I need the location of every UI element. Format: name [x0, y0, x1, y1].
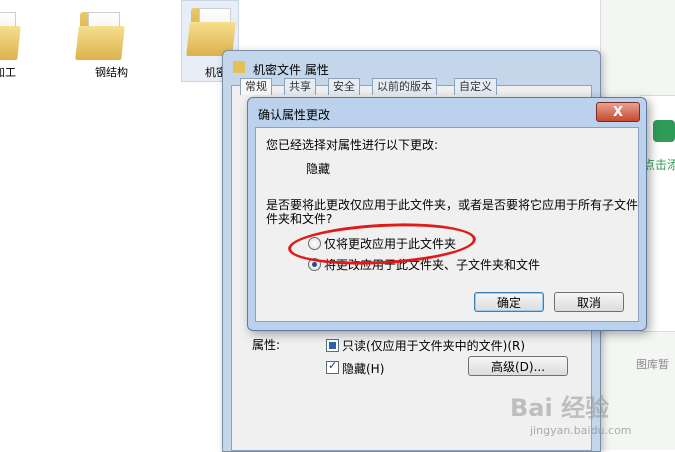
- tab-customize[interactable]: 自定义: [454, 78, 497, 95]
- confirm-client: 您已经选择对属性进行以下更改: 隐藏 是否要将此更改仅应用于此文件夹，或者是否要…: [255, 127, 639, 322]
- watermark-url: jingyan.baidu.com: [530, 424, 632, 437]
- baidu-watermark: Bai 经验: [510, 394, 610, 422]
- tab-sharing[interactable]: 共享: [284, 78, 316, 95]
- tab-general[interactable]: 常规: [240, 78, 272, 95]
- advanced-button[interactable]: 高级(D)...: [468, 356, 568, 376]
- folder-label: 加工: [0, 66, 16, 79]
- hidden-label: 隐藏(H): [342, 362, 385, 376]
- close-button[interactable]: X: [596, 102, 640, 122]
- confirm-title: 确认属性更改: [258, 108, 331, 122]
- folder-small-icon: [233, 61, 245, 73]
- attributes-label: 属性:: [252, 338, 281, 352]
- cancel-button[interactable]: 取消: [554, 292, 624, 312]
- readonly-label: 只读(仅应用于文件夹中的文件)(R): [342, 339, 526, 353]
- tab-previous-versions[interactable]: 以前的版本: [372, 78, 437, 95]
- change-text: 隐藏: [306, 162, 331, 176]
- question-text-cont: 件夹和文件?: [266, 212, 333, 226]
- tab-security[interactable]: 安全: [328, 78, 360, 95]
- hidden-checkbox[interactable]: [326, 359, 339, 374]
- folder-label: 钢结构: [95, 66, 128, 79]
- side-text: 图库暂: [636, 358, 669, 371]
- add-icon: [653, 120, 675, 142]
- side-text: 点击添: [643, 158, 675, 172]
- confirm-attribute-dialog: 确认属性更改 X 您已经选择对属性进行以下更改: 隐藏 是否要将此更改仅应用于此…: [247, 97, 647, 331]
- intro-text: 您已经选择对属性进行以下更改:: [266, 138, 439, 152]
- readonly-checkbox[interactable]: [326, 339, 339, 352]
- properties-title: 机密文件 属性: [253, 63, 329, 77]
- ok-button[interactable]: 确定: [474, 292, 544, 312]
